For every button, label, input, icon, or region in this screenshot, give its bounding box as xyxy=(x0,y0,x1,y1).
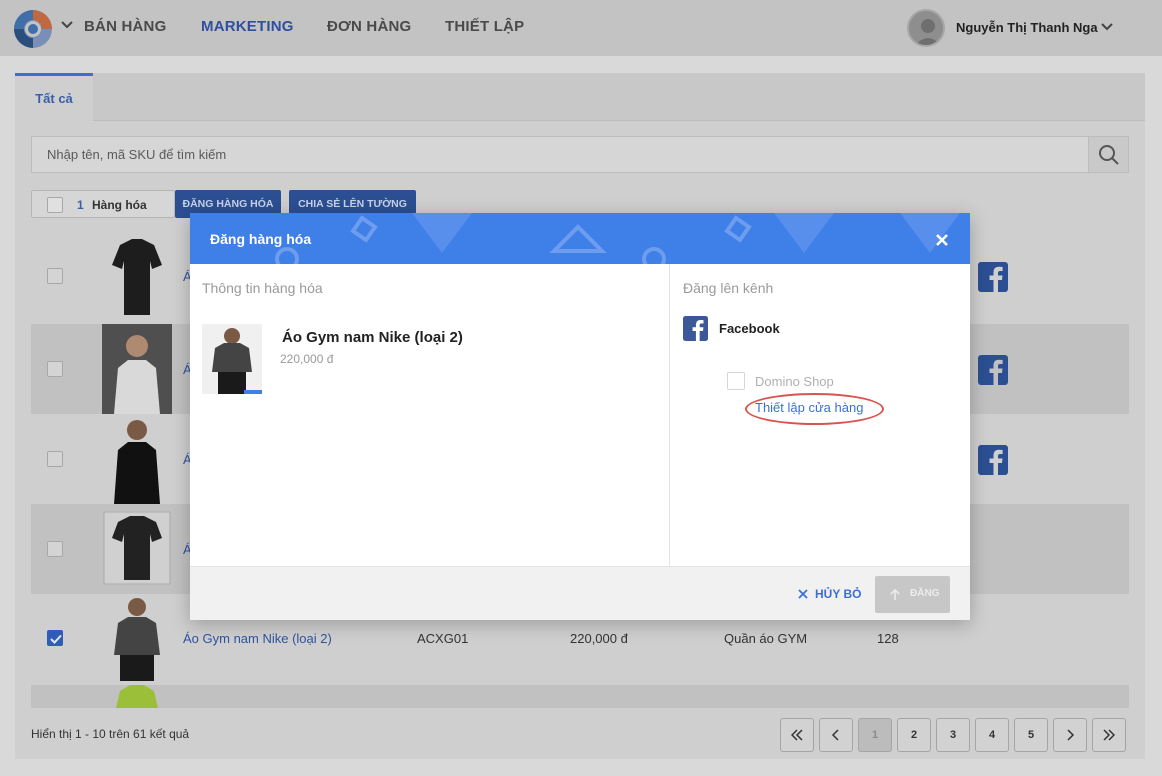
row-checkbox[interactable] xyxy=(47,541,63,557)
selected-count: 1 xyxy=(77,198,84,212)
product-thumbnail xyxy=(202,324,262,394)
setup-store-link[interactable]: Thiết lập cửa hàng xyxy=(755,400,863,415)
product-thumbnail xyxy=(102,593,172,683)
cancel-label: HỦY BỎ xyxy=(815,587,862,601)
double-chevron-right-icon xyxy=(1103,729,1115,741)
dialog-footer: HỦY BỎ ĐĂNG xyxy=(190,566,970,620)
nav-ban-hang[interactable]: BÁN HÀNG xyxy=(84,18,166,35)
channel-section: Đăng lên kênh Facebook Domino Shop Thiết… xyxy=(671,264,970,566)
table-row[interactable] xyxy=(31,685,1129,708)
close-icon xyxy=(798,589,808,599)
product-stock: 128 xyxy=(877,631,899,646)
row-checkbox[interactable] xyxy=(47,451,63,467)
page-button-5[interactable]: 5 xyxy=(1014,718,1048,752)
facebook-icon[interactable] xyxy=(978,355,1008,385)
prev-page-button[interactable] xyxy=(819,718,853,752)
page-button-3[interactable]: 3 xyxy=(936,718,970,752)
product-thumbnail xyxy=(102,231,172,321)
shop-checkbox[interactable] xyxy=(727,372,745,390)
dialog-header: Đăng hàng hóa xyxy=(190,213,970,264)
close-icon[interactable] xyxy=(935,233,949,247)
row-checkbox[interactable] xyxy=(47,361,63,377)
last-page-button[interactable] xyxy=(1092,718,1126,752)
facebook-icon[interactable] xyxy=(978,262,1008,292)
chevron-down-icon[interactable] xyxy=(60,18,74,32)
page-button-4[interactable]: 4 xyxy=(975,718,1009,752)
tab-bar: Tất cả xyxy=(15,73,1145,121)
facebook-icon xyxy=(683,316,708,341)
shop-name: Domino Shop xyxy=(755,374,834,389)
next-page-button[interactable] xyxy=(1053,718,1087,752)
row-checkbox[interactable] xyxy=(47,630,63,646)
check-icon xyxy=(50,634,62,644)
select-all-checkbox[interactable] xyxy=(47,197,63,213)
page-button-2[interactable]: 2 xyxy=(897,718,931,752)
facebook-icon[interactable] xyxy=(978,445,1008,475)
product-category: Quần áo GYM xyxy=(724,631,808,646)
product-thumbnail xyxy=(102,414,172,504)
app-logo-icon[interactable] xyxy=(12,8,54,50)
post-label: ĐĂNG xyxy=(910,588,940,599)
row-checkbox[interactable] xyxy=(47,268,63,284)
product-info-section: Thông tin hàng hóa Áo Gym nam Nike (loại… xyxy=(190,264,670,566)
top-navigation-bar: BÁN HÀNG MARKETING ĐƠN HÀNG THIẾT LẬP Ng… xyxy=(0,0,1162,56)
nav-marketing[interactable]: MARKETING xyxy=(201,18,294,35)
selection-counter[interactable]: 1 Hàng hóa xyxy=(31,190,175,218)
search-bar xyxy=(31,136,1129,173)
result-summary: Hiển thị 1 - 10 trên 61 kết quả xyxy=(31,727,190,741)
product-thumbnail xyxy=(102,324,172,414)
user-name[interactable]: Nguyễn Thị Thanh Nga xyxy=(956,20,1098,35)
chevron-left-icon xyxy=(831,729,839,741)
product-price: 220,000 đ xyxy=(280,352,334,366)
double-chevron-left-icon xyxy=(791,729,803,741)
chevron-down-icon[interactable] xyxy=(1100,20,1114,34)
dialog-title: Đăng hàng hóa xyxy=(210,231,312,247)
first-page-button[interactable] xyxy=(780,718,814,752)
user-avatar-icon xyxy=(915,19,941,45)
section-title: Thông tin hàng hóa xyxy=(202,280,323,296)
arrow-up-icon xyxy=(890,588,900,600)
product-price: 220,000 đ xyxy=(570,631,628,646)
product-thumbnail xyxy=(102,685,172,708)
channel-name: Facebook xyxy=(719,321,780,336)
nav-thiet-lap[interactable]: THIẾT LẬP xyxy=(445,18,524,35)
product-name: Áo Gym nam Nike (loại 2) xyxy=(282,329,463,346)
selected-label: Hàng hóa xyxy=(92,198,147,212)
nav-don-hang[interactable]: ĐƠN HÀNG xyxy=(327,18,411,35)
tab-all[interactable]: Tất cả xyxy=(15,73,93,121)
post-product-dialog: Đăng hàng hóa Thông tin hàng hóa Áo Gym … xyxy=(190,213,970,620)
page-button-1[interactable]: 1 xyxy=(858,718,892,752)
product-sku: ACXG01 xyxy=(417,631,469,646)
avatar[interactable] xyxy=(907,9,945,47)
product-name-link[interactable]: Áo Gym nam Nike (loại 2) xyxy=(183,631,332,646)
product-thumbnail xyxy=(102,504,172,594)
chevron-right-icon xyxy=(1067,729,1075,741)
search-input[interactable] xyxy=(32,137,1090,172)
search-icon xyxy=(1099,145,1119,165)
post-button[interactable]: ĐĂNG xyxy=(875,576,950,613)
search-button[interactable] xyxy=(1088,137,1128,172)
section-title: Đăng lên kênh xyxy=(683,280,774,296)
